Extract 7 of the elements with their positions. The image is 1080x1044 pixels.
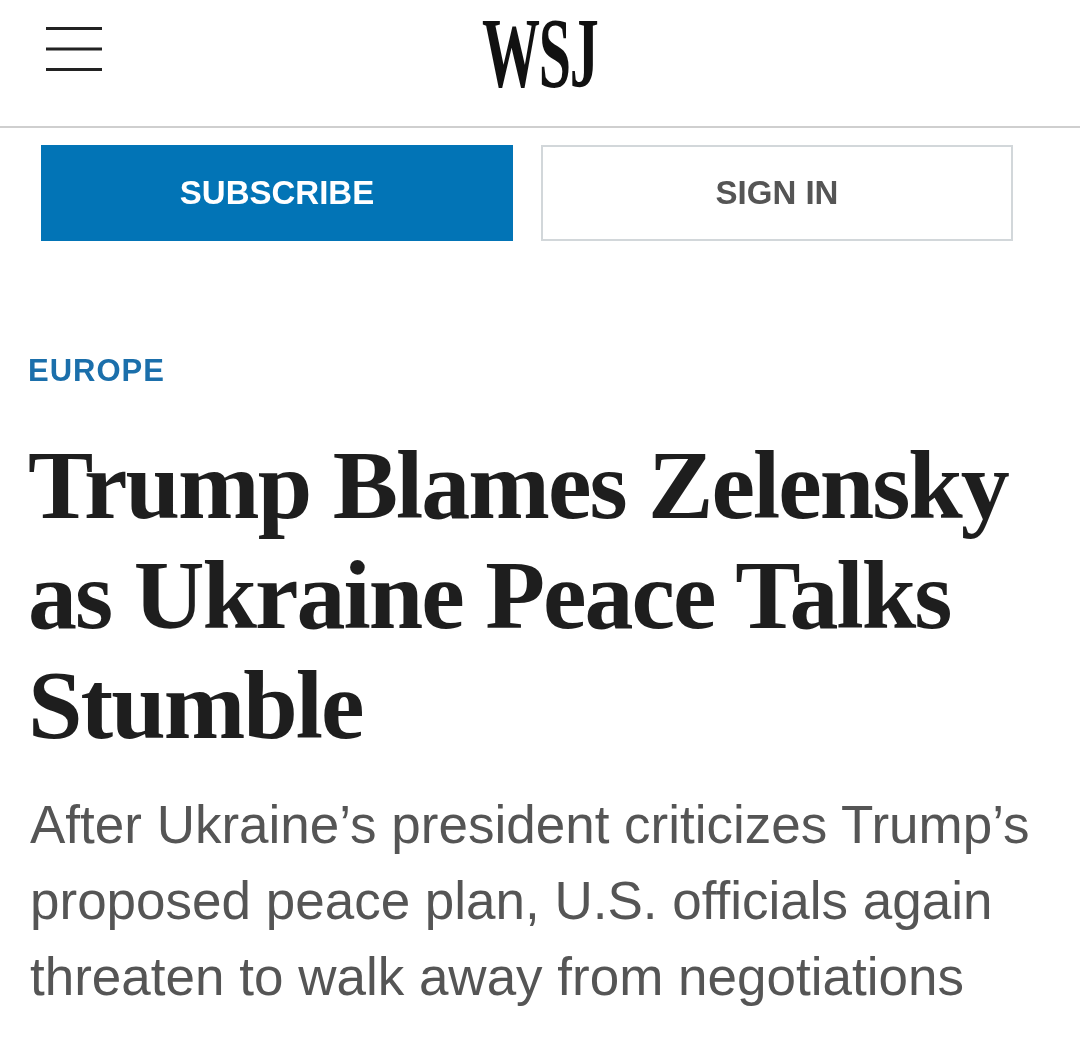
section-link[interactable]: EUROPE (28, 352, 165, 390)
menu-icon[interactable] (46, 27, 102, 71)
logo[interactable]: WSJ (482, 15, 598, 90)
headline: Trump Blames Zelensky as Ukraine Peace Talks Stumble (28, 430, 1010, 761)
subscribe-button[interactable]: SUBSCRIBE (41, 145, 513, 241)
sign-in-button[interactable]: SIGN IN (541, 145, 1013, 241)
summary-text: After Ukraine’s president criticizes Trump’s proposed peace plan, U.S. officials again threaten to walk away from negotiations (30, 794, 1031, 1009)
